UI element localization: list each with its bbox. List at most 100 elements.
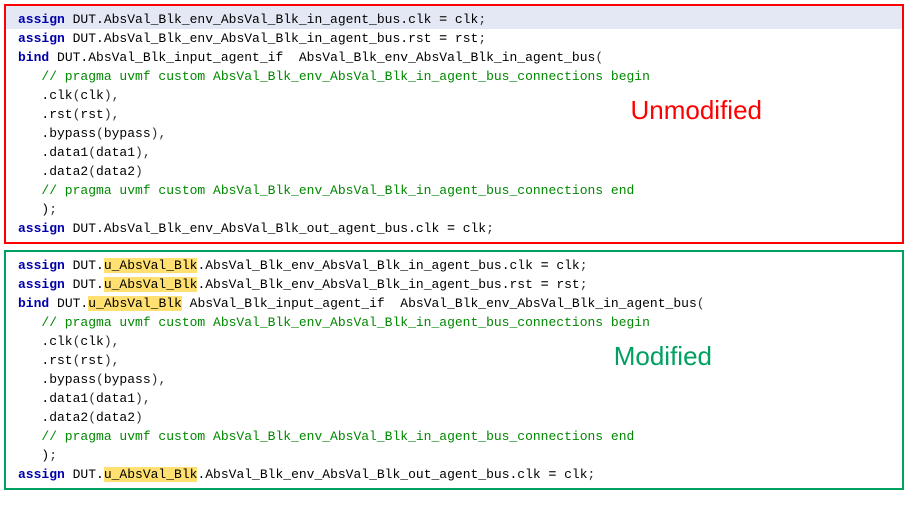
signal-name: rst [80,107,103,122]
close-indent: ) [18,202,49,217]
code-text: DUT. [49,296,88,311]
comma: , [112,88,120,103]
code-text: clk [455,221,486,236]
op-eq: = [439,31,447,46]
comma: , [158,126,166,141]
op-eq: = [439,12,447,27]
close-paren: ) [135,145,143,160]
comma: , [112,107,120,122]
code-text: DUT.AbsVal_Blk_input_agent_if AbsVal_Blk… [49,50,595,65]
code-text: .AbsVal_Blk_env_AbsVal_Blk_out_agent_bus… [197,467,548,482]
comment-line: // pragma uvmf custom AbsVal_Blk_env_Abs… [18,181,890,200]
comma: , [143,145,151,160]
code-text: clk [556,467,587,482]
code-line: .bypass(bypass), [18,124,890,143]
keyword-assign: assign [18,221,65,236]
keyword-assign: assign [18,12,65,27]
open-paren: ( [595,50,603,65]
code-line: assign DUT.u_AbsVal_Blk.AbsVal_Blk_env_A… [18,465,890,484]
open-paren: ( [96,126,104,141]
code-line: assign DUT.u_AbsVal_Blk.AbsVal_Blk_env_A… [18,275,890,294]
comma: , [143,391,151,406]
unmodified-label: Unmodified [630,101,762,120]
open-paren: ( [88,391,96,406]
code-text: rst [447,31,478,46]
port-name: .rst [18,107,73,122]
code-line: .data2(data2) [18,162,890,181]
close-paren: ) [104,107,112,122]
semicolon: ; [486,221,494,236]
comment-line: // pragma uvmf custom AbsVal_Blk_env_Abs… [18,67,890,86]
code-text: DUT. [65,258,104,273]
open-paren: ( [88,410,96,425]
port-name: .rst [18,353,73,368]
keyword-bind: bind [18,296,49,311]
close-paren: ) [135,164,143,179]
op-eq: = [541,258,549,273]
close-paren: ) [135,410,143,425]
keyword-assign: assign [18,31,65,46]
signal-name: bypass [104,372,151,387]
highlighted-text: u_AbsVal_Blk [104,467,198,482]
code-text: DUT.AbsVal_Blk_env_AbsVal_Blk_out_agent_… [65,221,447,236]
port-name: .data1 [18,391,88,406]
semicolon: ; [580,277,588,292]
code-text: .AbsVal_Blk_env_AbsVal_Blk_in_agent_bus.… [197,258,540,273]
port-name: .bypass [18,126,96,141]
signal-name: data1 [96,145,135,160]
port-name: .data2 [18,164,88,179]
code-line: bind DUT.AbsVal_Blk_input_agent_if AbsVa… [18,48,890,67]
code-text: DUT.AbsVal_Blk_env_AbsVal_Blk_in_agent_b… [65,31,439,46]
open-paren: ( [96,372,104,387]
code-text: rst [549,277,580,292]
signal-name: clk [80,88,103,103]
op-eq: = [541,277,549,292]
signal-name: data2 [96,410,135,425]
semicolon: ; [49,448,57,463]
comma: , [158,372,166,387]
code-text: clk [549,258,580,273]
code-line: .clk(clk), [18,332,890,351]
highlighted-text: u_AbsVal_Blk [104,258,198,273]
modified-code-block: Modified assign DUT.u_AbsVal_Blk.AbsVal_… [4,250,904,490]
keyword-assign: assign [18,258,65,273]
port-name: .clk [18,88,73,103]
signal-name: bypass [104,126,151,141]
code-line: bind DUT.u_AbsVal_Blk AbsVal_Blk_input_a… [18,294,890,313]
op-eq: = [447,221,455,236]
code-text: DUT. [65,467,104,482]
code-text: DUT.AbsVal_Blk_env_AbsVal_Blk_in_agent_b… [65,12,439,27]
code-text: clk [447,12,478,27]
modified-label: Modified [614,347,712,366]
code-text: .AbsVal_Blk_env_AbsVal_Blk_in_agent_bus.… [197,277,540,292]
open-paren: ( [88,164,96,179]
code-line: .data2(data2) [18,408,890,427]
code-line: .data1(data1), [18,143,890,162]
code-line: assign DUT.AbsVal_Blk_env_AbsVal_Blk_in_… [18,29,890,48]
close-paren: ) [104,88,112,103]
code-line: ); [18,200,890,219]
open-paren: ( [88,145,96,160]
close-paren: ) [104,353,112,368]
comma: , [112,334,120,349]
comment-line: // pragma uvmf custom AbsVal_Blk_env_Abs… [18,427,890,446]
close-paren: ) [104,334,112,349]
signal-name: data1 [96,391,135,406]
close-indent: ) [18,448,49,463]
keyword-assign: assign [18,467,65,482]
code-text: DUT. [65,277,104,292]
code-line: assign DUT.AbsVal_Blk_env_AbsVal_Blk_out… [18,219,890,238]
port-name: .bypass [18,372,96,387]
signal-name: rst [80,353,103,368]
code-line: .bypass(bypass), [18,370,890,389]
code-line: assign DUT.AbsVal_Blk_env_AbsVal_Blk_in_… [6,6,902,29]
code-line: ); [18,446,890,465]
highlighted-text: u_AbsVal_Blk [88,296,182,311]
keyword-assign: assign [18,277,65,292]
code-line: .data1(data1), [18,389,890,408]
semicolon: ; [478,12,486,27]
semicolon: ; [588,467,596,482]
port-name: .clk [18,334,73,349]
unmodified-code-block: Unmodified assign DUT.AbsVal_Blk_env_Abs… [4,4,904,244]
open-paren: ( [697,296,705,311]
